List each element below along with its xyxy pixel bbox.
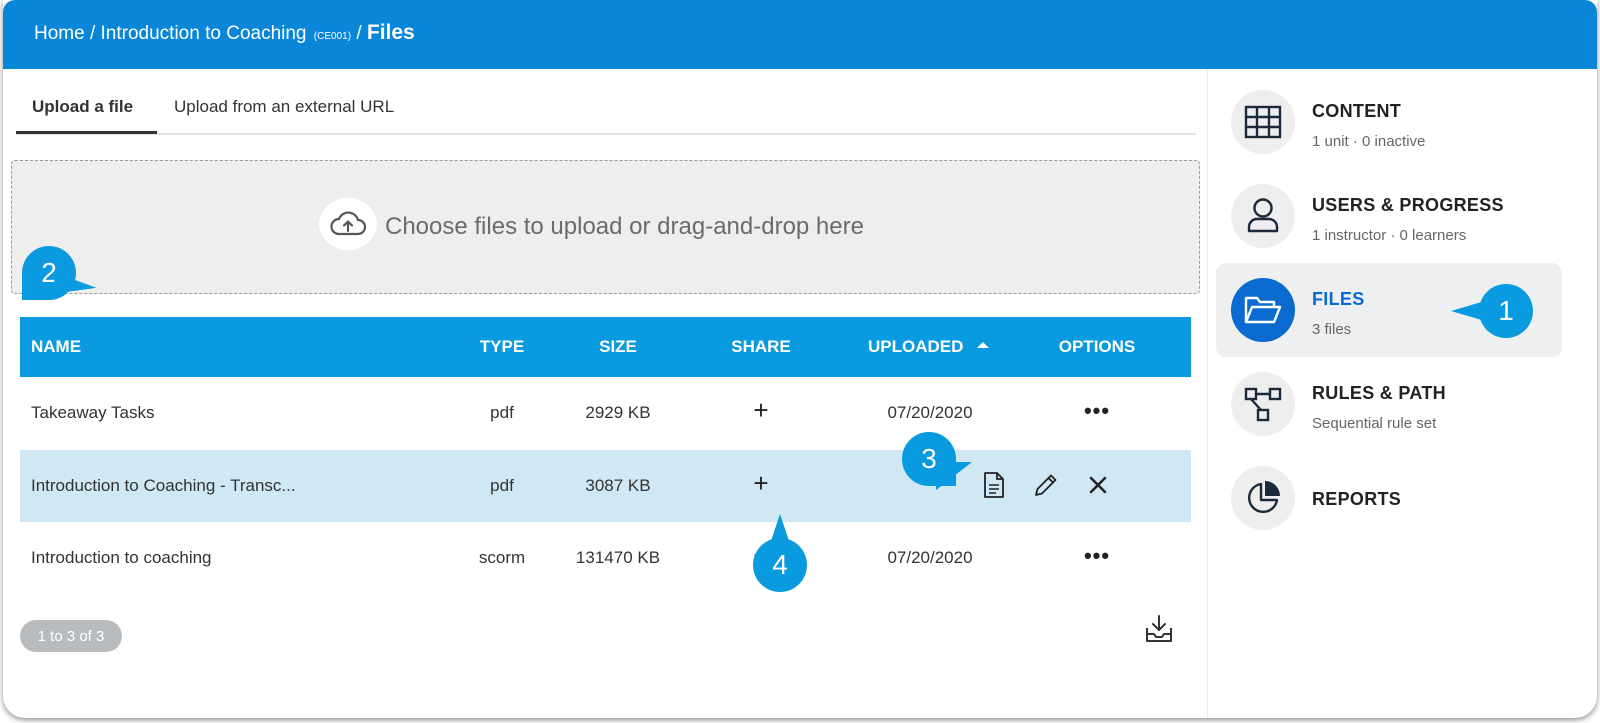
pagination-count: 1 to 3 of 3 [20,620,122,652]
sidebar-item-title: FILES [1312,289,1365,309]
folder-open-icon [1231,278,1295,342]
breadcrumb-current: Files [366,21,415,44]
active-tab-indicator [16,131,157,134]
course-sidebar: CONTENT 1 unit · 0 inactive USERS & PROG… [1207,69,1597,718]
flow-icon [1231,372,1295,436]
column-header-type[interactable]: TYPE [480,337,524,357]
file-uploaded-date: 07/20/2020 [887,403,973,422]
file-dropzone[interactable]: Choose files to upload or drag-and-drop … [11,160,1200,294]
column-header-uploaded-label: UPLOADED [868,337,964,356]
pencil-icon[interactable] [1032,471,1060,504]
column-header-share: SHARE [731,337,791,356]
breadcrumb-separator: / [89,23,96,44]
file-name[interactable]: Takeaway Tasks [31,403,154,423]
column-header-uploaded[interactable]: UPLOADED [868,337,990,357]
table-row[interactable]: Takeaway Tasks pdf 2929 KB + 07/20/2020 … [20,377,1191,449]
share-button[interactable]: + [753,395,768,426]
sidebar-item-subtitle: 1 unit · 0 inactive [1312,133,1426,150]
app-window: Home / Introduction to Coaching (CE001) … [3,0,1597,718]
file-size: 3087 KB [585,476,651,495]
sidebar-item-rules-path[interactable]: RULES & PATH Sequential rule set [1216,357,1562,451]
breadcrumb-home[interactable]: Home [34,23,85,44]
table-row[interactable]: Introduction to coaching scorm 131470 KB… [20,522,1191,594]
sidebar-item-subtitle: Sequential rule set [1312,415,1437,432]
sidebar-item-title: CONTENT [1312,101,1402,121]
course-code: (CE001) [313,31,352,42]
breadcrumb: Home / Introduction to Coaching (CE001) … [34,21,415,45]
download-icon[interactable] [1143,614,1175,649]
cloud-upload-icon [319,198,377,250]
column-header-options: OPTIONS [1058,337,1136,356]
file-type: pdf [490,403,514,422]
file-type: scorm [478,548,526,567]
sidebar-item-title: RULES & PATH [1312,383,1446,403]
sidebar-item-subtitle: 1 instructor · 0 learners [1312,227,1467,244]
upload-tabs: Upload a file Upload from an external UR… [16,85,1196,135]
sort-ascending-icon [977,342,990,348]
column-header-size[interactable]: SIZE [599,337,637,357]
callout-badge: 1 [1451,284,1533,338]
callout-badge: 2 [22,246,76,300]
column-header-name[interactable]: NAME [31,337,81,357]
file-size: 131470 KB [575,548,661,567]
top-bar: Home / Introduction to Coaching (CE001) … [3,0,1597,69]
tab-upload-url[interactable]: Upload from an external URL [174,97,394,117]
options-menu-button[interactable]: ••• [1084,398,1110,424]
sidebar-item-title: REPORTS [1312,489,1402,509]
pie-chart-icon [1231,466,1295,530]
file-size: 2929 KB [585,403,651,422]
user-icon [1231,184,1295,248]
sidebar-item-content[interactable]: CONTENT 1 unit · 0 inactive [1216,75,1562,169]
sidebar-item-subtitle: 3 files [1312,321,1352,338]
dropzone-text: Choose files to upload or drag-and-drop … [385,213,864,240]
file-name[interactable]: Introduction to coaching [31,548,212,568]
sidebar-item-reports[interactable]: REPORTS [1216,451,1562,545]
files-table-header: NAME TYPE SIZE SHARE UPLOADED OPTIONS [20,317,1191,377]
options-menu-button[interactable]: ••• [1084,543,1110,569]
share-button[interactable]: + [753,468,768,499]
callout-badge: 3 [902,432,972,490]
close-icon[interactable] [1085,471,1111,504]
file-uploaded-date: 07/20/2020 [887,548,973,567]
breadcrumb-separator: / [356,23,362,44]
tab-upload-file[interactable]: Upload a file [32,97,133,117]
breadcrumb-course[interactable]: Introduction to Coaching [101,23,307,44]
callout-badge: 4 [753,514,807,592]
grid-icon [1231,90,1295,154]
table-row[interactable]: Introduction to Coaching - Transc... pdf… [20,450,1191,522]
preview-document-icon[interactable] [982,471,1006,504]
file-name[interactable]: Introduction to Coaching - Transc... [31,476,296,496]
sidebar-item-title: USERS & PROGRESS [1312,195,1504,215]
sidebar-item-users-progress[interactable]: USERS & PROGRESS 1 instructor · 0 learne… [1216,169,1562,263]
file-type: pdf [490,476,514,495]
